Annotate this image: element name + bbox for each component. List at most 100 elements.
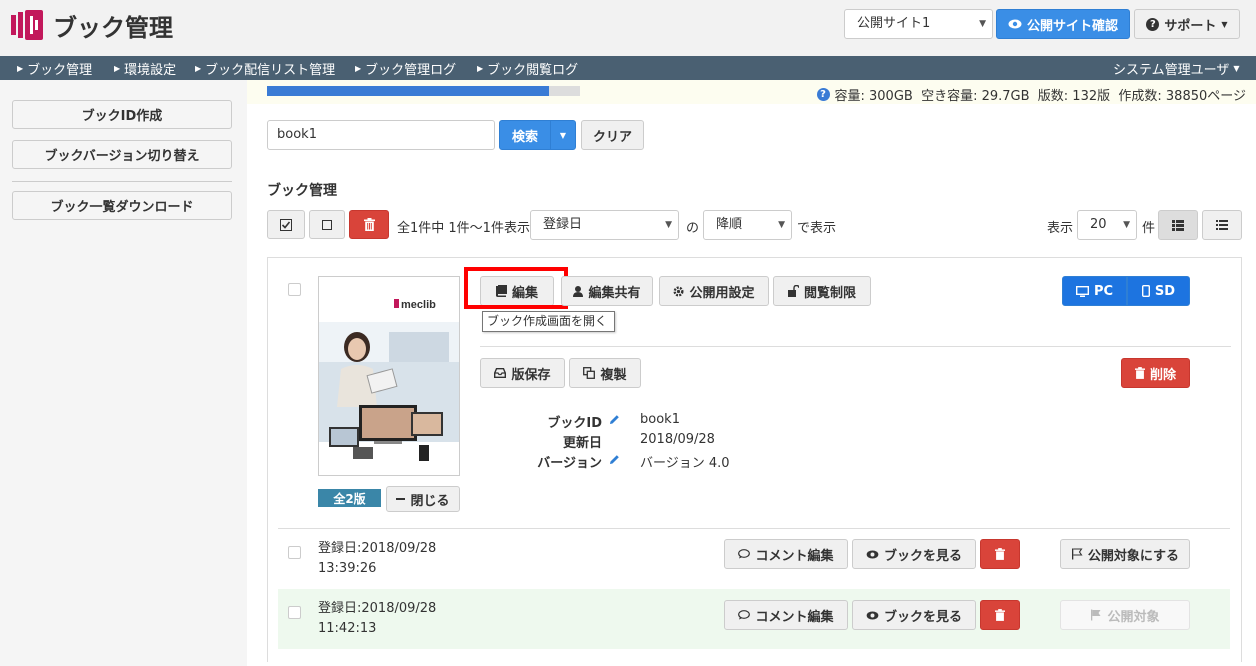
trash-icon	[995, 609, 1005, 621]
nav-item-label: ブック閲覧ログ	[487, 63, 579, 78]
clear-button[interactable]: クリア	[581, 120, 644, 150]
list-view-button[interactable]	[1202, 210, 1242, 240]
view-book-label: ブックを見る	[883, 548, 962, 564]
chevron-down-icon: ▼	[665, 220, 672, 230]
search-label: 検索	[511, 129, 538, 145]
unlock-icon	[787, 285, 799, 297]
comment-edit-button[interactable]: コメント編集	[724, 600, 848, 630]
mobile-icon	[1141, 285, 1150, 297]
download-book-list-button[interactable]: ブック一覧ダウンロード	[12, 191, 232, 220]
support-button[interactable]: ? サポート ▼	[1134, 9, 1240, 39]
comment-icon	[738, 610, 751, 620]
edit-tooltip: ブック作成画面を開く	[482, 311, 615, 332]
delete-version-button[interactable]	[980, 539, 1020, 569]
trash-icon	[363, 218, 375, 231]
sort-field-select[interactable]: 登録日 ▼	[530, 210, 679, 240]
confirm-site-button[interactable]: 公開サイト確認	[996, 9, 1130, 39]
comment-icon	[738, 549, 751, 559]
monitor-icon	[1075, 285, 1089, 297]
caret-down-icon: ▼	[1221, 19, 1228, 29]
list-icon	[1216, 220, 1228, 230]
save-version-button[interactable]: 版保存	[480, 358, 565, 388]
close-versions-button[interactable]: 閉じる	[386, 486, 460, 512]
view-limit-button[interactable]: 閲覧制限	[773, 276, 871, 306]
comment-edit-button[interactable]: コメント編集	[724, 539, 848, 569]
search-options-dropdown[interactable]: ▼	[550, 120, 576, 150]
sort-order-value: 降順	[716, 217, 743, 232]
pc-label: PC	[1093, 283, 1114, 299]
sort-of-label: の	[686, 221, 700, 236]
sort-field-value: 登録日	[543, 217, 583, 232]
delete-version-button[interactable]	[980, 600, 1020, 630]
user-menu[interactable]: システム管理ユーザ ▼	[1113, 59, 1240, 78]
close-label: 閉じる	[410, 493, 450, 509]
sort-order-select[interactable]: 降順 ▼	[703, 210, 792, 240]
updated-label: 更新日	[562, 436, 602, 451]
result-count: 全1件中 1件～1件表示	[397, 221, 530, 236]
per-page-value: 20	[1090, 217, 1107, 232]
storage-bar: ? 容量: 300GB 空き容量: 29.7GB 版数: 132版 作成数: 3…	[247, 80, 1256, 104]
sidebar: ブックID作成 ブックバージョン切り替え ブック一覧ダウンロード	[0, 80, 247, 666]
sd-view-button[interactable]: SD	[1127, 276, 1190, 306]
clear-label: クリア	[592, 129, 632, 145]
book-cover-image: meclib	[319, 277, 459, 475]
delete-book-label: 削除	[1149, 367, 1176, 383]
switch-book-version-button[interactable]: ブックバージョン切り替え	[12, 140, 232, 169]
pc-view-button[interactable]: PC	[1062, 276, 1127, 306]
view-book-label: ブックを見る	[883, 609, 962, 625]
cover-logo-text: meclib	[401, 299, 436, 311]
chevron-down-icon: ▼	[778, 220, 785, 230]
pencil-icon[interactable]	[609, 414, 620, 425]
nav-item-label: 環境設定	[124, 63, 177, 78]
card-divider	[480, 346, 1231, 347]
publish-settings-label: 公開用設定	[689, 285, 755, 301]
nav-item-delivery-list[interactable]: ▶ ブック配信リスト管理	[195, 59, 335, 78]
view-book-button[interactable]: ブックを見る	[852, 539, 976, 569]
version-checkbox[interactable]	[288, 606, 301, 619]
search-button[interactable]: 検索	[499, 120, 551, 150]
storage-progress-fill	[267, 86, 549, 96]
trash-icon	[1134, 367, 1145, 379]
create-book-id-button[interactable]: ブックID作成	[12, 100, 232, 129]
storage-text: 容量: 300GB 空き容量: 29.7GB 版数: 132版 作成数: 388…	[834, 89, 1247, 104]
book-cover-thumbnail[interactable]: meclib	[318, 276, 460, 476]
triangle-right-icon: ▶	[355, 64, 362, 73]
book-checkbox[interactable]	[288, 283, 301, 296]
storage-info: ? 容量: 300GB 空き容量: 29.7GB 版数: 132版 作成数: 3…	[816, 85, 1247, 104]
nav-item-manage-log[interactable]: ▶ ブック管理ログ	[355, 59, 456, 78]
updated-value: 2018/09/28	[640, 432, 715, 447]
minus-icon	[396, 498, 406, 500]
duplicate-label: 複製	[600, 367, 627, 383]
display-label: 表示	[1047, 221, 1074, 236]
select-all-button[interactable]	[267, 210, 305, 239]
per-page-select[interactable]: 20 ▼	[1077, 210, 1137, 240]
view-book-button[interactable]: ブックを見る	[852, 600, 976, 630]
flag-icon	[1091, 609, 1101, 621]
nav-item-environment[interactable]: ▶ 環境設定	[114, 59, 176, 78]
confirm-site-label: 公開サイト確認	[1026, 18, 1118, 34]
help-icon[interactable]: ?	[816, 88, 830, 101]
version-checkbox[interactable]	[288, 546, 301, 559]
user-icon	[573, 285, 584, 297]
search-input[interactable]: book1	[267, 120, 495, 150]
site-select-value: 公開サイト1	[857, 16, 931, 31]
nav-item-book-management[interactable]: ▶ ブック管理	[17, 59, 92, 78]
publish-settings-button[interactable]: 公開用設定	[659, 276, 769, 306]
sort-suffix-label: で表示	[797, 221, 837, 236]
share-edit-button[interactable]: 編集共有	[561, 276, 653, 306]
versions-badge: 全2版	[318, 489, 381, 507]
deselect-all-button[interactable]	[309, 210, 345, 239]
delete-book-button[interactable]: 削除	[1121, 358, 1190, 388]
grid-view-button[interactable]	[1158, 210, 1198, 240]
triangle-right-icon: ▶	[114, 64, 121, 73]
site-select[interactable]: 公開サイト1 ▼	[844, 9, 993, 39]
chevron-down-icon: ▼	[1123, 220, 1130, 230]
comment-edit-label: コメント編集	[755, 609, 834, 625]
eye-icon	[1008, 19, 1022, 29]
bulk-delete-button[interactable]	[349, 210, 389, 239]
row-divider	[278, 528, 1230, 529]
nav-item-view-log[interactable]: ▶ ブック閲覧ログ	[477, 59, 578, 78]
pencil-icon[interactable]	[609, 454, 620, 465]
duplicate-button[interactable]: 複製	[569, 358, 641, 388]
set-publish-target-button[interactable]: 公開対象にする	[1060, 539, 1190, 569]
